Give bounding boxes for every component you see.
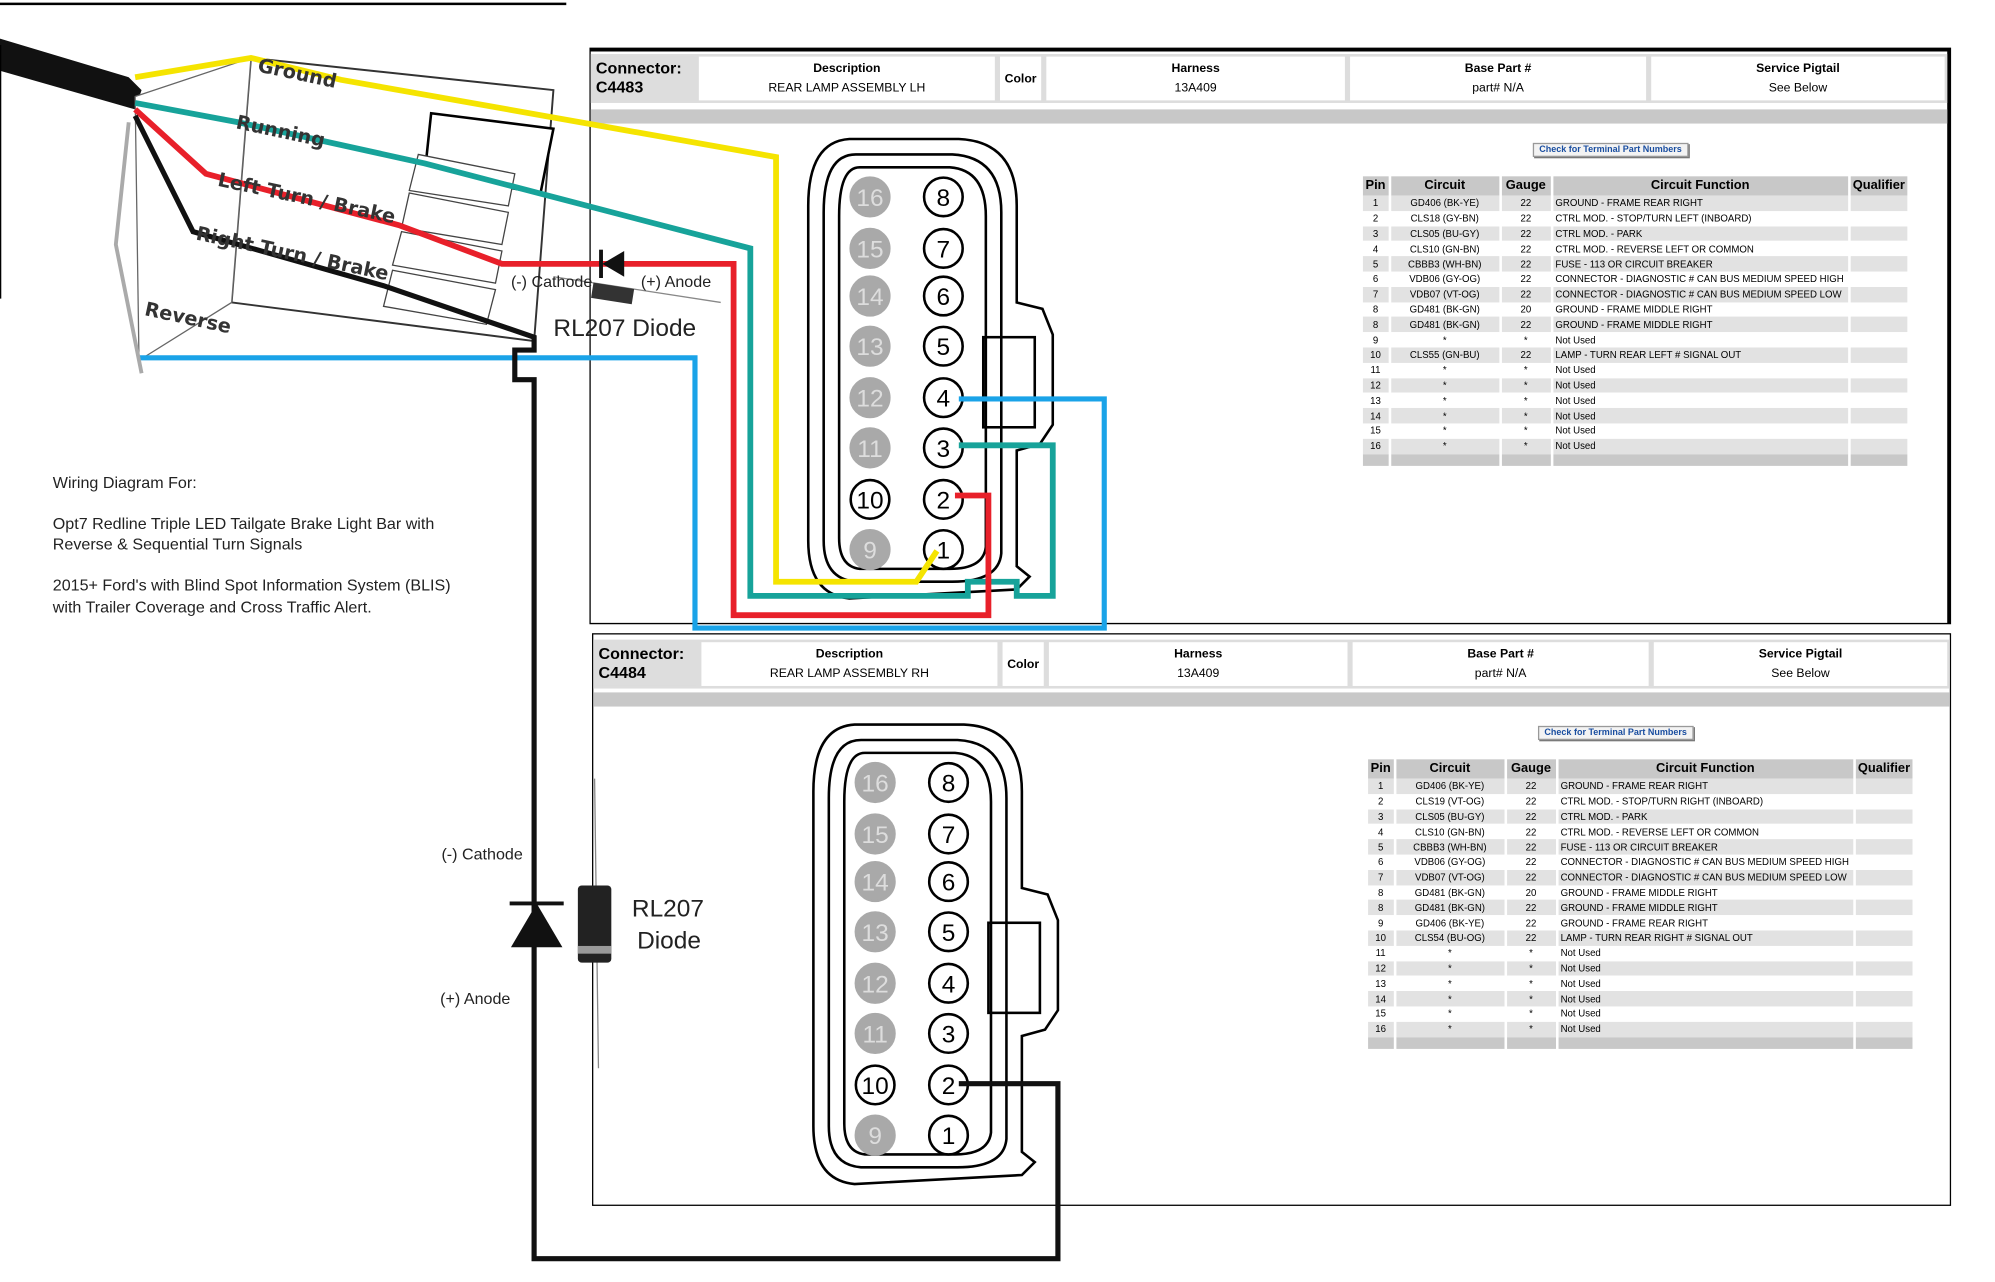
diode-bottom: [509, 778, 612, 1069]
pin-label: 13: [862, 920, 889, 947]
notes-vehicle-2: with Trailer Coverage and Cross Traffic …: [52, 598, 372, 617]
notes-heading: Wiring Diagram For:: [52, 473, 197, 492]
pin-label: 16: [862, 771, 889, 798]
pin-label: 9: [863, 538, 877, 565]
pin-label: 5: [942, 920, 956, 947]
pin-label: 1: [937, 538, 951, 565]
pin-label: 11: [862, 1021, 887, 1048]
pin-label: 4: [942, 971, 956, 998]
notes-vehicle-1: 2015+ Ford's with Blind Spot Information…: [52, 576, 451, 595]
pin-label: 13: [856, 334, 883, 361]
pin-label: 6: [942, 870, 956, 897]
pin-label: 3: [942, 1021, 956, 1048]
pin-label: 12: [862, 971, 889, 998]
bottom-diode-name-2: Diode: [637, 927, 701, 955]
pin-label: 16: [856, 185, 883, 212]
top-diode-name: RL207 Diode: [553, 315, 697, 343]
pin-label: 15: [862, 822, 889, 849]
top-anode-label: (+) Anode: [640, 272, 712, 291]
pin-label: 3: [937, 436, 951, 463]
pin-label: 14: [856, 284, 883, 311]
pin-label: 11: [857, 436, 882, 463]
pin-label: 14: [862, 870, 889, 897]
notes-product-2: Reverse & Sequential Turn Signals: [52, 535, 303, 554]
pin-label: 12: [856, 386, 883, 413]
diode-symbol-icon: [602, 250, 625, 277]
top-cathode-label: (-) Cathode: [510, 272, 593, 291]
connector-housing-lh: 16 15 14 13 12 11 10 9 8 7 6 5 4 3 2 1: [806, 137, 1055, 600]
pin-label: 7: [937, 236, 951, 263]
wiring-diagram: Connector: C4483 Description REAR LAMP ASS…: [0, 0, 1995, 1282]
pin-label: 7: [942, 822, 956, 849]
pin-label: 10: [862, 1073, 889, 1100]
connector-housing-rh: 16 15 14 13 12 11 10 9 8 7 6 5 4 3 2 1: [812, 723, 1060, 1186]
pin-label: 10: [856, 487, 883, 514]
pin-label: 15: [856, 236, 883, 263]
pin-label: 5: [937, 334, 951, 361]
bottom-cathode-label: (-) Cathode: [441, 845, 523, 864]
pin-label: 1: [942, 1123, 956, 1150]
pin-label: 9: [868, 1123, 882, 1150]
pin-label: 8: [942, 771, 956, 798]
pin-label: 8: [937, 185, 951, 212]
pin-label: 2: [942, 1073, 956, 1100]
bottom-anode-label: (+) Anode: [440, 989, 511, 1008]
pin-label: 2: [937, 487, 951, 514]
pin-label: 6: [937, 284, 951, 311]
bottom-diode-name-1: RL207: [631, 895, 704, 923]
diode-symbol-icon: [510, 903, 563, 948]
notes-product-1: Opt7 Redline Triple LED Tailgate Brake L…: [52, 514, 435, 533]
pin-label: 4: [937, 386, 951, 413]
